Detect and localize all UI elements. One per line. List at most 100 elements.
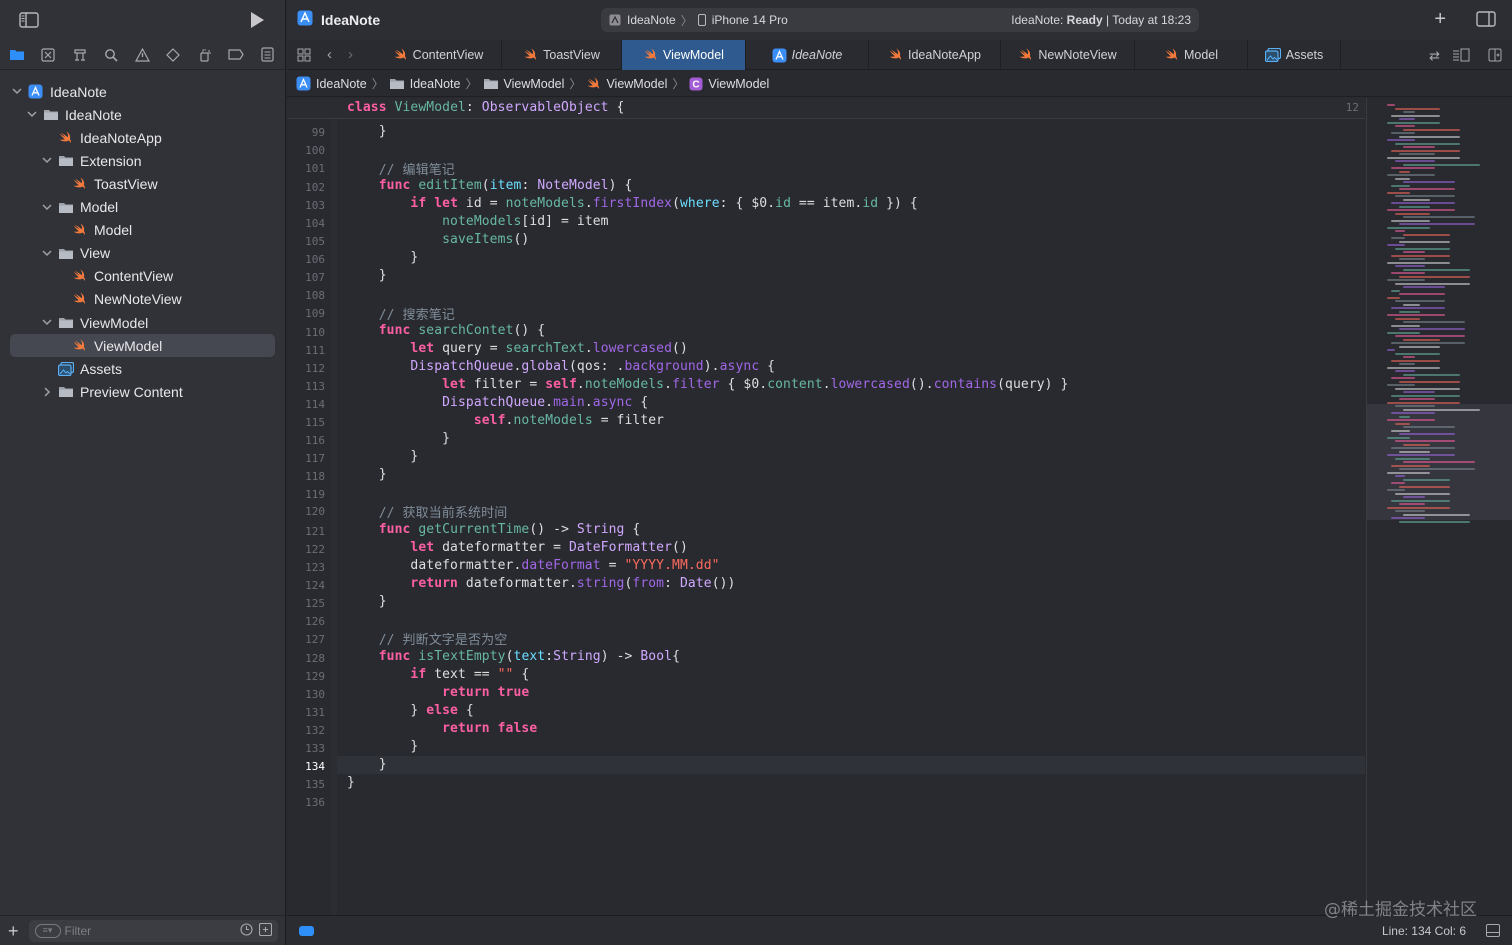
minimap-code-line	[1403, 478, 1450, 481]
breadcrumb-item[interactable]: C ViewModel	[689, 77, 769, 91]
navigator-item-label: Preview Content	[80, 383, 183, 400]
minimap-code-line	[1399, 135, 1460, 138]
tab-assets[interactable]: Assets	[1248, 40, 1341, 70]
navigator-item-label: Extension	[80, 152, 142, 169]
toggle-inspector-icon[interactable]	[1476, 11, 1496, 27]
debug-spray-icon[interactable]	[196, 46, 214, 64]
run-icon[interactable]	[246, 9, 268, 31]
navigator-item[interactable]: Model	[10, 219, 275, 242]
minimap-code-line	[1391, 464, 1430, 467]
minimap-code-line	[1391, 149, 1460, 152]
navigator-item[interactable]: IdeaNote	[10, 103, 275, 126]
navigator-item[interactable]: Model	[10, 196, 275, 219]
code-line: // 编辑笔记	[378, 163, 455, 178]
symbol-icon[interactable]	[71, 46, 89, 64]
navigator-item[interactable]: ViewModel	[10, 334, 275, 358]
chevron-down-icon[interactable]	[40, 154, 54, 168]
navigator-item[interactable]: Preview Content	[10, 380, 275, 403]
tab-model[interactable]: Model	[1135, 40, 1248, 70]
tab-contentview[interactable]: ContentView	[375, 40, 502, 70]
code-line: }	[347, 449, 419, 464]
add-icon[interactable]: +	[8, 922, 19, 940]
navigator-item[interactable]: IdeaNoteApp	[10, 126, 275, 149]
minimap-code-line	[1403, 513, 1470, 516]
tab-ideanote[interactable]: IdeaNote	[746, 40, 869, 70]
chevron-down-icon[interactable]	[40, 200, 54, 214]
filter-options-icon[interactable]: ≡▾	[34, 923, 61, 938]
split-editor-icon[interactable]	[1488, 48, 1502, 62]
folder-icon[interactable]	[8, 46, 26, 64]
debug-area-indicator-icon[interactable]	[299, 925, 314, 936]
destination-selector[interactable]: iPhone 14 Pro	[712, 13, 788, 27]
tab-ideanoteapp[interactable]: IdeaNoteApp	[869, 40, 1001, 70]
minimap[interactable]	[1366, 98, 1512, 915]
search-icon[interactable]	[102, 46, 120, 64]
breakpoint-icon[interactable]	[227, 46, 245, 64]
swift-file-icon	[71, 222, 88, 239]
minimap-code-line	[1399, 258, 1425, 260]
grid-icon[interactable]	[297, 48, 311, 62]
chevron-right-icon[interactable]	[40, 385, 54, 399]
minimap-code-line	[1391, 167, 1435, 169]
line-number: 129	[305, 670, 325, 683]
filter-field[interactable]: ≡▾ Filter	[28, 919, 278, 942]
source-control-filter-icon[interactable]	[258, 922, 273, 939]
minimap-code-line	[1387, 104, 1395, 106]
navigator-item[interactable]: Assets	[10, 357, 275, 380]
toggle-navigator-icon[interactable]	[18, 9, 40, 31]
code-folding-ribbon[interactable]	[331, 98, 337, 915]
breadcrumb-item[interactable]: IdeaNote	[389, 77, 460, 91]
back-icon[interactable]: ‹	[327, 46, 332, 63]
line-number: 130	[305, 688, 325, 701]
code-line: }	[347, 268, 387, 283]
minimap-code-line	[1395, 247, 1450, 250]
breadcrumb-item[interactable]: ViewModel	[586, 77, 667, 91]
breadcrumb-item[interactable]: ViewModel	[483, 77, 564, 91]
tab-toastview[interactable]: ToastView	[502, 40, 622, 70]
recent-files-icon[interactable]	[240, 922, 253, 939]
minimap-code-line	[1395, 300, 1445, 302]
breadcrumb-item[interactable]: IdeaNote	[296, 76, 367, 91]
line-number: 119	[305, 488, 325, 501]
editor-options-icon[interactable]	[1452, 48, 1470, 62]
scheme-selector[interactable]: IdeaNote	[627, 13, 676, 27]
add-library-icon[interactable]: +	[1434, 9, 1446, 29]
navigator-item[interactable]: Extension	[10, 149, 275, 172]
source-editor[interactable]: 99 100 101 102 103 104 105 106 107 108 109 110 111 11…	[287, 98, 1365, 915]
sidebar-footer: + ≡▾ Filter	[0, 915, 286, 945]
chevron-down-icon[interactable]	[10, 85, 24, 99]
warning-icon[interactable]	[133, 46, 151, 64]
minimap-code-line	[1391, 447, 1455, 449]
navigator-item[interactable]: NewNoteView	[10, 288, 275, 311]
tab-viewmodel[interactable]: ViewModel	[622, 40, 746, 70]
source-control-icon[interactable]	[39, 46, 57, 64]
chevron-right-icon: 〉	[680, 13, 693, 28]
test-diamond-icon[interactable]	[164, 46, 182, 64]
minimap-code-line	[1399, 468, 1475, 470]
chevron-down-icon[interactable]	[25, 108, 39, 122]
minimap-code-line	[1403, 391, 1435, 393]
breadcrumb-label: ViewModel	[708, 76, 770, 91]
forward-icon[interactable]: ›	[348, 46, 353, 63]
navigator-item[interactable]: View	[10, 242, 275, 265]
toggle-debug-area-icon[interactable]	[1486, 924, 1500, 937]
chevron-down-icon[interactable]	[40, 316, 54, 330]
report-icon[interactable]	[258, 46, 276, 64]
swift-file-icon	[71, 175, 88, 192]
activity-view[interactable]: IdeaNote 〉 iPhone 14 Pro IdeaNote: Ready…	[601, 8, 1199, 32]
chevron-down-icon[interactable]	[40, 246, 54, 260]
related-items-icon[interactable]: ⇄	[1429, 48, 1440, 64]
navigator-item[interactable]: IdeaNote	[10, 80, 275, 103]
navigator-item[interactable]: ToastView	[10, 172, 275, 195]
navigator-item[interactable]: ContentView	[10, 265, 275, 288]
minimap-code-line	[1391, 412, 1435, 414]
navigator-item[interactable]: ViewModel	[10, 311, 275, 334]
minimap-code-line	[1395, 510, 1425, 512]
minimap-code-line	[1387, 331, 1420, 334]
sticky-header[interactable]: 12 class ViewModel: ObservableObject {	[287, 98, 1365, 119]
tab-newnoteview[interactable]: NewNoteView	[1001, 40, 1135, 70]
minimap-code-line	[1387, 296, 1400, 299]
minimap-code-line	[1395, 352, 1440, 355]
